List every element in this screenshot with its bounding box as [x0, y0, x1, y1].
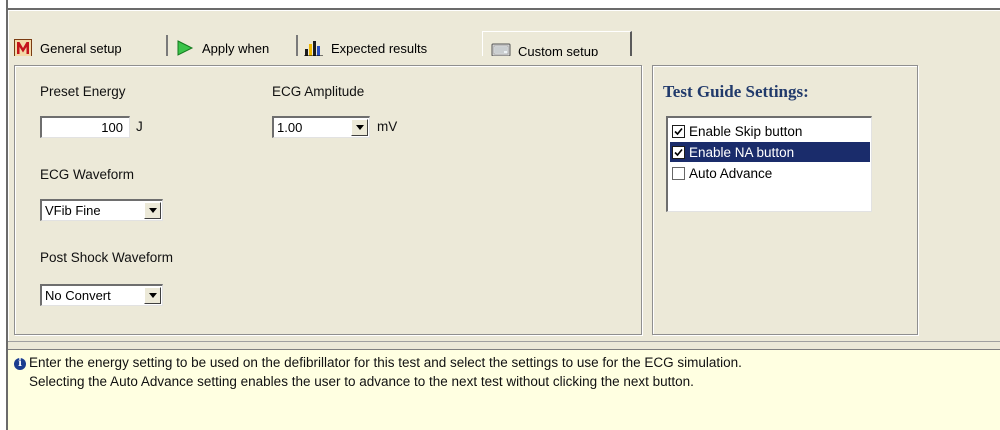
- ecg-amplitude-label: ECG Amplitude: [272, 84, 365, 99]
- ecg-waveform-dropdown[interactable]: VFib Fine: [40, 199, 163, 221]
- test-guide-group: Test Guide Settings: Enable Skip button …: [652, 65, 918, 335]
- checkbox-checked-icon[interactable]: [672, 145, 685, 159]
- post-shock-waveform-label: Post Shock Waveform: [40, 250, 174, 265]
- preset-energy-label: Preset Energy: [40, 84, 126, 99]
- amplitude-unit-label: mV: [377, 119, 398, 134]
- list-item-enable-na[interactable]: Enable NA button: [670, 142, 870, 162]
- custom-setup-window: General setup Apply when Expected result…: [0, 0, 1000, 430]
- post-shock-waveform-value: No Convert: [45, 288, 111, 303]
- list-item-label: Auto Advance: [689, 165, 773, 181]
- custom-setup-page: Preset Energy 100 J ECG Amplitude 1.00 m…: [9, 56, 1000, 341]
- tab-strip: General setup Apply when Expected result…: [9, 11, 1000, 69]
- chevron-down-icon[interactable]: [144, 202, 161, 219]
- separator-band: [8, 341, 1000, 349]
- preset-energy-input[interactable]: 100: [40, 116, 130, 138]
- energy-unit-label: J: [136, 119, 143, 134]
- test-guide-listbox[interactable]: Enable Skip button Enable NA button Auto…: [666, 116, 872, 212]
- info-text-line-2: Selecting the Auto Advance setting enabl…: [29, 374, 694, 389]
- window-top-border: [8, 8, 1000, 10]
- tab-apply-when-label: Apply when: [202, 40, 270, 56]
- checkbox-checked-icon[interactable]: [672, 124, 685, 138]
- list-item-label: Enable Skip button: [689, 123, 803, 139]
- post-shock-waveform-dropdown[interactable]: No Convert: [40, 284, 163, 306]
- list-item-enable-skip[interactable]: Enable Skip button: [670, 121, 868, 141]
- help-info-panel: i Enter the energy setting to be used on…: [8, 349, 1000, 430]
- ecg-waveform-label: ECG Waveform: [40, 167, 135, 182]
- tab-expected-results-label: Expected results: [331, 40, 428, 56]
- ecg-waveform-value: VFib Fine: [45, 203, 101, 218]
- play-arrow-icon: [175, 38, 195, 58]
- ecg-amplitude-value: 1.00: [277, 120, 303, 135]
- tab-general-setup-label: General setup: [40, 40, 122, 56]
- checkbox-unchecked-icon[interactable]: [672, 166, 685, 180]
- info-text-line-1: Enter the energy setting to be used on t…: [29, 355, 742, 370]
- list-item-label: Enable NA button: [689, 144, 795, 160]
- energy-ecg-group: Preset Energy 100 J ECG Amplitude 1.00 m…: [14, 65, 642, 335]
- chevron-down-icon[interactable]: [144, 287, 161, 304]
- ecg-amplitude-dropdown[interactable]: 1.00: [272, 116, 370, 138]
- bar-chart-icon: [304, 38, 324, 58]
- m-logo-icon: [13, 38, 33, 58]
- list-item-auto-advance[interactable]: Auto Advance: [670, 163, 868, 183]
- info-icon: i: [14, 358, 26, 370]
- test-guide-title: Test Guide Settings:: [663, 82, 809, 101]
- chevron-down-icon[interactable]: [351, 119, 368, 136]
